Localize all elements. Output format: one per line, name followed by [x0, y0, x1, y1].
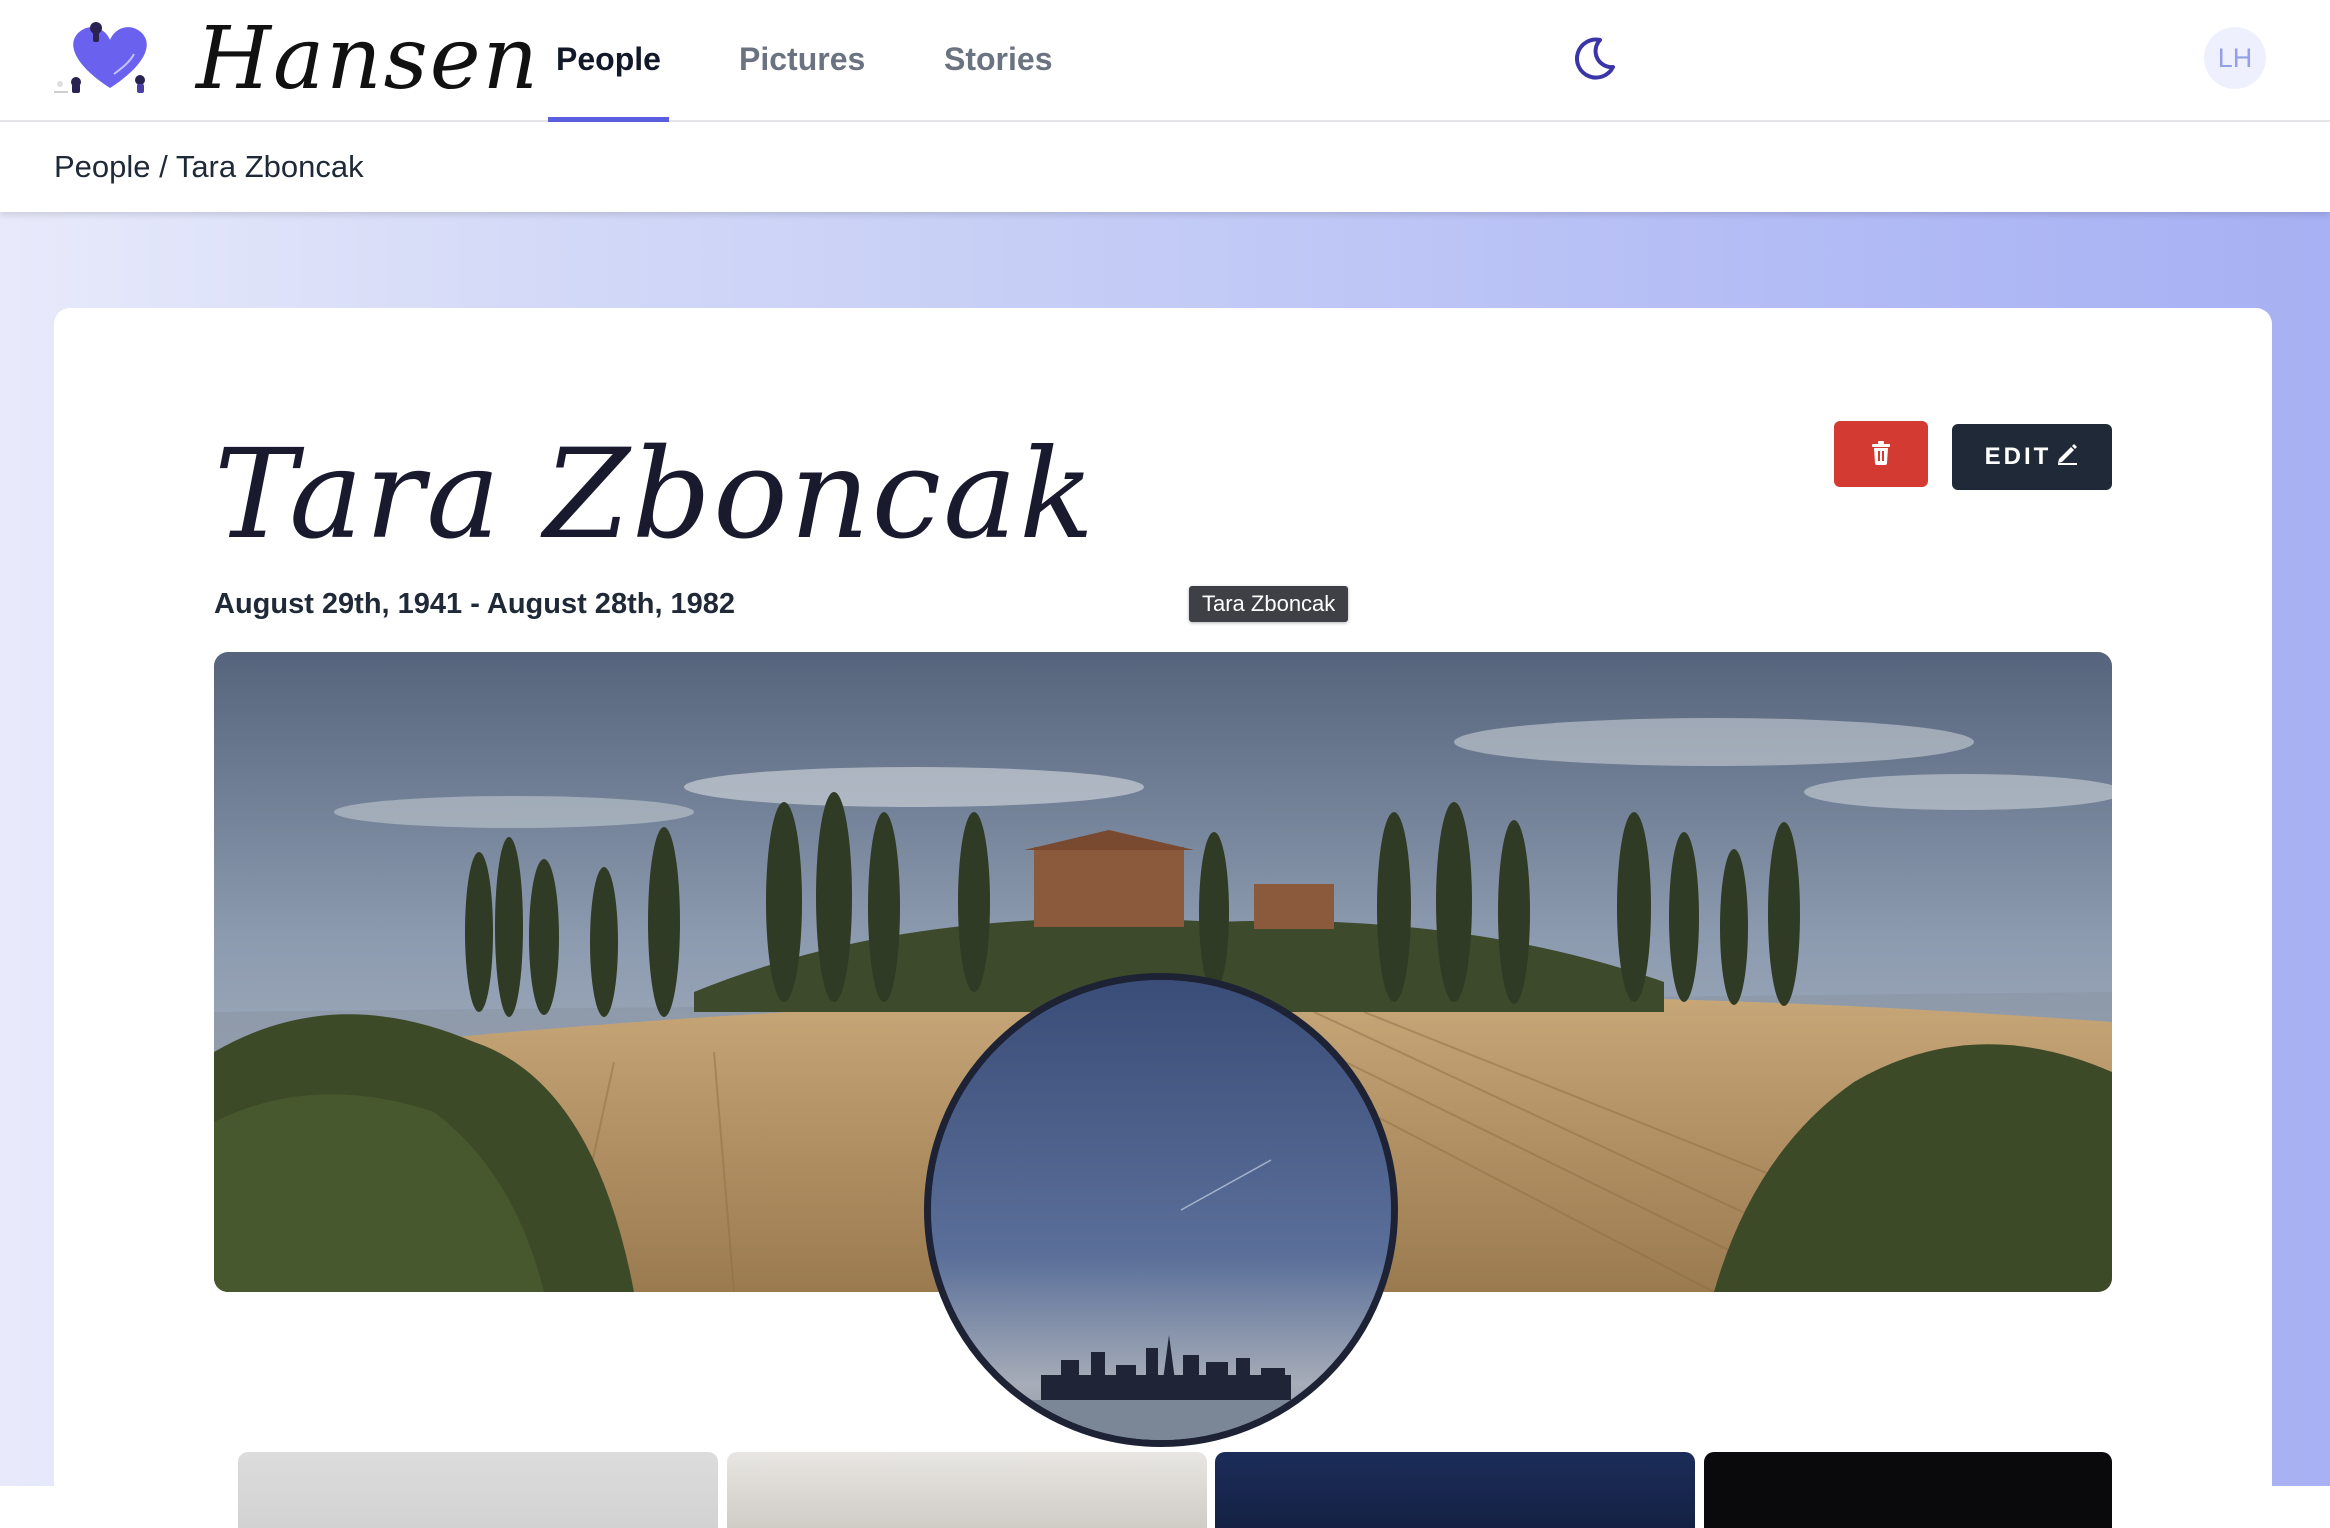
tab-pictures[interactable]: Pictures	[739, 0, 865, 122]
breadcrumb-bar: People / Tara Zboncak	[0, 122, 2330, 212]
person-card: Tara Zboncak August 29th, 1941 - August …	[54, 308, 2272, 1528]
delete-button[interactable]	[1834, 421, 1928, 487]
tab-people-label: People	[556, 41, 661, 77]
gallery-thumbnail[interactable]	[727, 1452, 1207, 1528]
moon-icon[interactable]	[1570, 34, 1618, 82]
person-name-heading: Tara Zboncak	[214, 423, 1097, 567]
top-navigation-bar: Hansen People Pictures Stories LH	[0, 0, 2330, 122]
edit-button-label: EDIT	[1984, 443, 2052, 470]
profile-photo[interactable]	[924, 973, 1398, 1447]
gallery-thumbnail[interactable]	[238, 1452, 718, 1528]
user-avatar[interactable]: LH	[2204, 27, 2266, 89]
tab-stories-label: Stories	[944, 41, 1053, 77]
breadcrumb-separator: /	[150, 149, 176, 184]
person-life-dates: August 29th, 1941 - August 28th, 1982	[214, 588, 736, 620]
gallery-thumbnail[interactable]	[1215, 1452, 1695, 1528]
edit-button[interactable]: EDIT	[1952, 424, 2112, 490]
tab-stories[interactable]: Stories	[944, 0, 1052, 122]
breadcrumb: People / Tara Zboncak	[54, 122, 364, 212]
tab-pictures-label: Pictures	[739, 41, 866, 77]
pencil-icon	[2055, 442, 2079, 473]
heart-logo-icon[interactable]	[52, 18, 174, 98]
breadcrumb-people-link[interactable]: People	[54, 149, 151, 184]
app-logo-text[interactable]: Hansen	[196, 4, 540, 114]
breadcrumb-current: Tara Zboncak	[175, 149, 364, 184]
name-tooltip: Tara Zboncak	[1189, 586, 1349, 622]
trash-icon	[1870, 440, 1892, 468]
tab-people[interactable]: People	[548, 0, 669, 122]
gallery-thumbnail[interactable]	[1704, 1452, 2112, 1528]
